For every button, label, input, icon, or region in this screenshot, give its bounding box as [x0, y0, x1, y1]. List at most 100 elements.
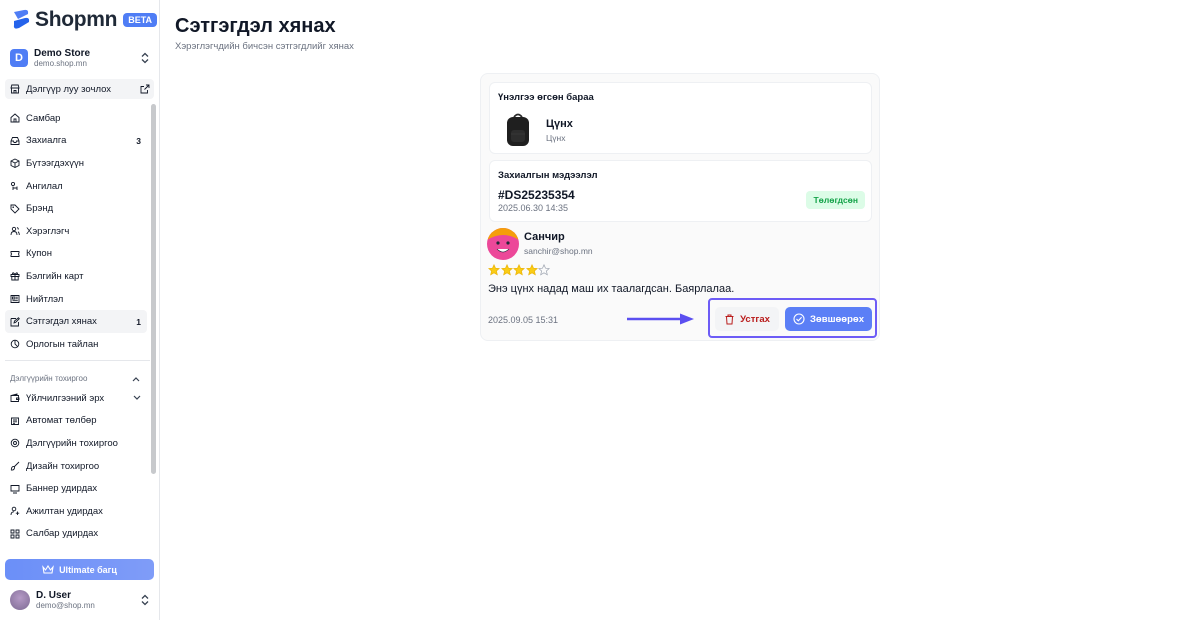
upgrade-label: Ultimate багц: [59, 564, 117, 575]
brush-icon: [10, 461, 20, 471]
newspaper-icon: [10, 295, 20, 303]
logo[interactable]: Shopmn BETA: [10, 8, 158, 32]
page-subtitle: Хэрэглэгчдийн бичсэн сэтгэгдлийг хянах: [175, 41, 354, 52]
visit-store-button[interactable]: Дэлгүүр луу зочлох: [5, 79, 154, 99]
branch-icon: [10, 529, 20, 539]
settings-section-toggle[interactable]: Дэлгүүрийн тохиргоо: [10, 374, 140, 383]
user-menu[interactable]: D. User demo@shop.mn: [10, 589, 150, 611]
nav-item-reviews[interactable]: Сэтгэгдэл хянах 1: [5, 310, 147, 333]
reviewer-avatar: [487, 228, 519, 260]
nav-item-staff[interactable]: Ажилтан удирдах: [5, 500, 147, 523]
nav-label: Ангилал: [26, 180, 63, 192]
order-id[interactable]: #DS25235354: [498, 188, 575, 202]
approve-label: Зөвшөөрөх: [809, 313, 864, 325]
store-switcher[interactable]: D Demo Store demo.shop.mn: [10, 46, 150, 70]
nav-item-banners[interactable]: Баннер удирдах: [5, 477, 147, 500]
nav-item-posts[interactable]: Нийтлэл: [5, 288, 147, 311]
reviewer-avatar-face: [487, 228, 519, 253]
nav-item-design-settings[interactable]: Дизайн тохиргоо: [5, 455, 147, 478]
wallet-icon: [10, 393, 20, 403]
nav-label: Бэлгийн карт: [26, 270, 84, 282]
delete-label: Устгах: [740, 313, 770, 325]
store-icon: [10, 84, 20, 94]
star-filled-icon: [500, 264, 513, 276]
report-icon: [10, 339, 20, 349]
beta-badge: BETA: [123, 13, 158, 27]
nav-item-gift-cards[interactable]: Бэлгийн карт: [5, 265, 147, 288]
nav-label: Купон: [26, 248, 52, 260]
nav-count: 3: [136, 135, 141, 146]
nav-item-auto-payment[interactable]: Автомат төлбөр: [5, 410, 147, 433]
reviewer-email: sanchir@shop.mn: [524, 246, 593, 256]
nav-item-subscription[interactable]: Үйлчилгээний эрх: [5, 387, 147, 410]
user-name: D. User: [36, 589, 72, 601]
tag-icon: [10, 204, 20, 214]
trash-icon: [725, 314, 734, 324]
store-domain: demo.shop.mn: [34, 58, 87, 68]
nav-item-categories[interactable]: Ангилал: [5, 175, 147, 198]
visit-store-label: Дэлгүүр луу зочлох: [26, 83, 112, 95]
product-panel: Үнэлгээ өгсөн бараа Цүнх Цүнх: [489, 82, 872, 154]
product-section-title: Үнэлгээ өгсөн бараа: [498, 92, 594, 103]
nav-label: Дизайн тохиргоо: [26, 460, 100, 472]
order-date: 2025.06.30 14:35: [498, 203, 569, 213]
nav-item-brands[interactable]: Брэнд: [5, 197, 147, 220]
nav-item-dashboard[interactable]: Самбар: [5, 107, 147, 130]
rating-stars: [488, 264, 551, 276]
sidebar-divider: [5, 360, 150, 361]
store-avatar: D: [10, 49, 28, 67]
card-icon: [11, 417, 19, 425]
shapes-icon: [10, 182, 18, 191]
nav-count: 1: [136, 316, 141, 327]
user-cog-icon: [10, 507, 20, 516]
product-name: Цүнх: [546, 118, 573, 130]
nav-item-products[interactable]: Бүтээгдэхүүн: [5, 152, 147, 175]
users-icon: [10, 227, 20, 236]
order-section-title: Захиалгын мэдээлэл: [498, 170, 598, 181]
coupon-icon: [10, 250, 20, 257]
chevrons-up-down-icon: [141, 52, 149, 64]
review-text: Энэ цүнх надад маш их таалагдсан. Баярла…: [488, 283, 735, 295]
brand-name: Shopmn: [35, 8, 118, 31]
review-icon: [10, 316, 20, 327]
chevron-up-icon: [132, 376, 140, 381]
nav-item-branches[interactable]: Салбар удирдах: [5, 523, 147, 546]
banner-icon: [10, 484, 20, 494]
nav-item-income-report[interactable]: Орлогын тайлан: [5, 333, 147, 356]
status-badge: Төлөгдсөн: [806, 191, 865, 209]
check-circle-icon: [793, 313, 805, 325]
nav-item-customers[interactable]: Хэрэглэгч: [5, 220, 147, 243]
nav-item-store-settings[interactable]: Дэлгүүрийн тохиргоо: [5, 432, 147, 455]
nav-label: Дэлгүүрийн тохиргоо: [26, 437, 118, 449]
chevron-down-icon: [133, 395, 141, 401]
nav-label: Бүтээгдэхүүн: [26, 157, 84, 169]
upgrade-plan-button[interactable]: Ultimate багц: [5, 559, 154, 580]
store-info: Demo Store demo.shop.mn: [34, 48, 140, 69]
page-title: Сэтгэгдэл хянах: [175, 15, 336, 37]
app-root: Shopmn BETA D Demo Store demo.shop.mn Дэ…: [0, 0, 1200, 620]
approve-review-button[interactable]: Зөвшөөрөх: [785, 307, 872, 331]
nav-label: Ажилтан удирдах: [26, 505, 103, 517]
crown-icon: [42, 564, 54, 574]
inbox-icon: [10, 136, 20, 145]
nav-label: Хэрэглэгч: [26, 225, 70, 237]
star-filled-icon: [525, 264, 538, 276]
star-filled-icon: [488, 264, 500, 276]
nav-label: Сэтгэгдэл хянах: [26, 316, 97, 328]
sidebar-scrollbar[interactable]: [151, 104, 156, 474]
star-filled-icon: [513, 264, 525, 276]
store-name: Demo Store: [34, 47, 91, 59]
delete-review-button[interactable]: Устгах: [715, 307, 779, 331]
avatar: [10, 590, 30, 610]
nav-item-orders[interactable]: Захиалга 3: [5, 130, 147, 153]
logo-icon: [13, 9, 30, 29]
user-info: D. User demo@shop.mn: [36, 590, 140, 611]
nav-label: Нийтлэл: [26, 293, 64, 305]
main-nav: Самбар Захиалга 3 Бүтээгдэхүүн Ангилал Б…: [5, 107, 147, 356]
review-date: 2025.09.05 15:31: [488, 315, 559, 325]
order-panel: Захиалгын мэдээлэл #DS25235354 2025.06.3…: [489, 160, 872, 222]
product-image[interactable]: [504, 112, 532, 148]
nav-label: Брэнд: [26, 203, 54, 215]
pointer-arrow-icon: [627, 313, 694, 325]
nav-item-coupons[interactable]: Купон: [5, 243, 147, 266]
